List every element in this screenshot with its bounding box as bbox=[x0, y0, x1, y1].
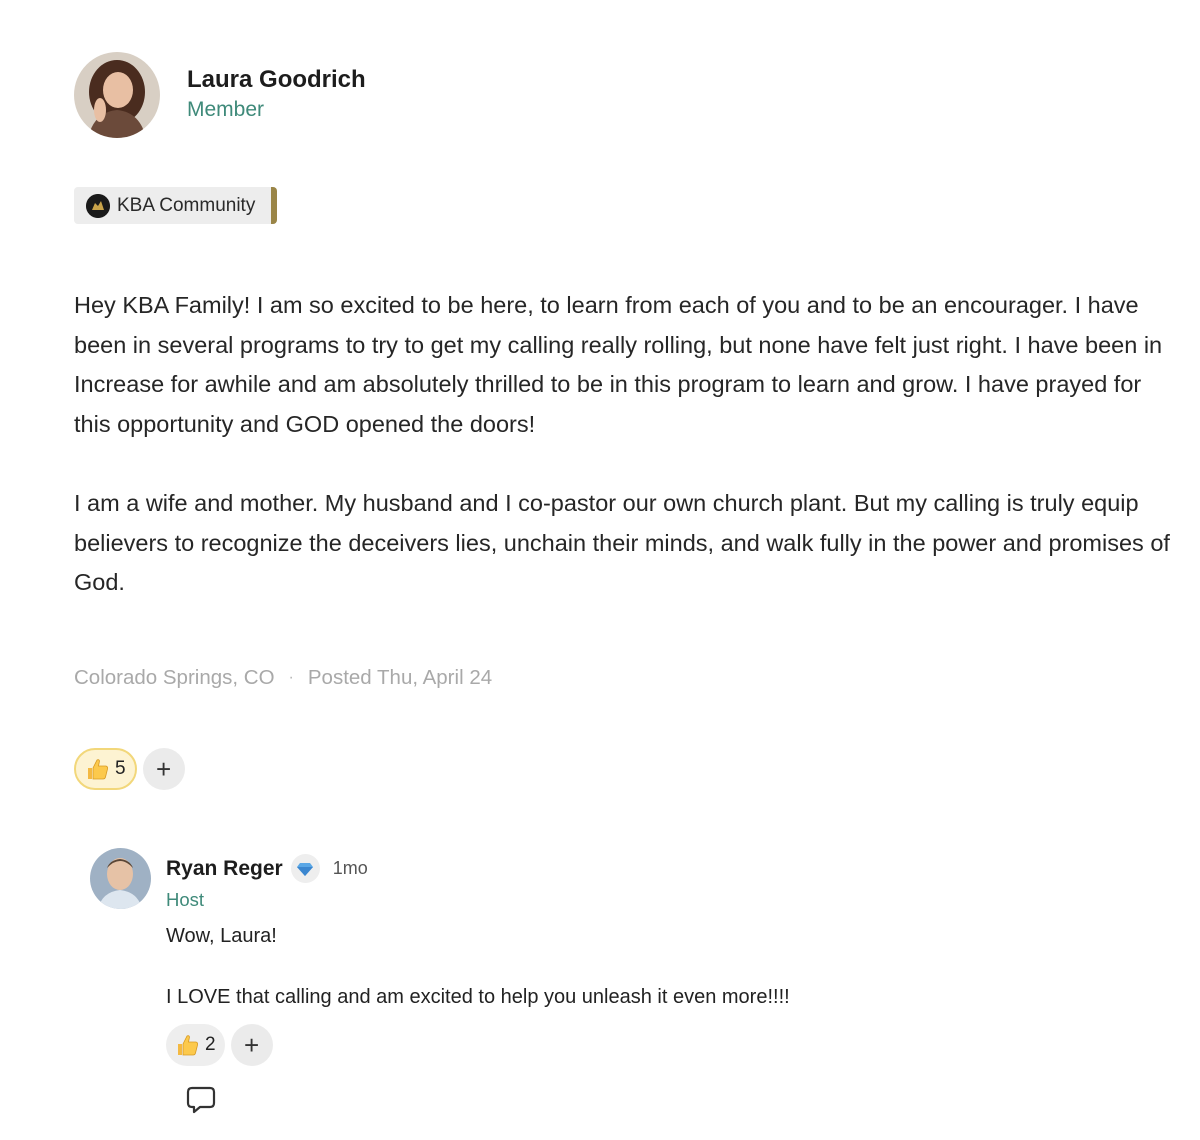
reaction-thumbs-up[interactable]: 5 bbox=[74, 748, 137, 790]
meta-separator: · bbox=[288, 669, 294, 686]
thumbs-up-icon bbox=[88, 759, 108, 780]
author-avatar[interactable] bbox=[74, 52, 160, 138]
commenter-role: Host bbox=[166, 889, 205, 910]
diamond-icon bbox=[290, 854, 320, 883]
post-date: Posted Thu, April 24 bbox=[307, 666, 493, 689]
reply-button[interactable] bbox=[186, 1085, 216, 1115]
space-name: KBA Community bbox=[117, 194, 256, 216]
commenter-name[interactable]: Ryan Reger bbox=[166, 857, 283, 881]
reaction-count: 2 bbox=[205, 1034, 216, 1055]
add-reaction-button[interactable]: + bbox=[142, 748, 185, 790]
add-reaction-button[interactable]: + bbox=[230, 1024, 273, 1066]
space-logo-icon bbox=[86, 193, 110, 218]
post-location: Colorado Springs, CO bbox=[74, 666, 275, 689]
post-author-header: Laura Goodrich Member bbox=[74, 52, 366, 138]
author-role: Member bbox=[187, 98, 265, 121]
post-paragraph: I am a wife and mother. My husband and I… bbox=[74, 489, 1170, 596]
commenter-avatar[interactable] bbox=[90, 848, 151, 909]
post-reactions: 5 + bbox=[74, 748, 185, 790]
post-body: Hey KBA Family! I am so excited to be he… bbox=[74, 286, 1174, 642]
space-tag[interactable]: KBA Community bbox=[74, 187, 278, 224]
post-paragraph: Hey KBA Family! I am so excited to be he… bbox=[74, 292, 1163, 437]
thumbs-up-icon bbox=[178, 1035, 198, 1056]
speech-bubble-icon bbox=[186, 1086, 216, 1114]
author-name[interactable]: Laura Goodrich bbox=[187, 65, 366, 95]
comment-reactions: 2 + bbox=[166, 1024, 1166, 1066]
reaction-count: 5 bbox=[115, 758, 126, 779]
comment-timestamp[interactable]: 1mo bbox=[333, 858, 368, 879]
comment-paragraph: I LOVE that calling and am excited to he… bbox=[166, 986, 790, 1008]
comment-paragraph: Wow, Laura! bbox=[166, 925, 277, 947]
reaction-thumbs-up[interactable]: 2 bbox=[166, 1024, 225, 1066]
post-meta: Colorado Springs, CO · Posted Thu, April… bbox=[74, 666, 492, 690]
